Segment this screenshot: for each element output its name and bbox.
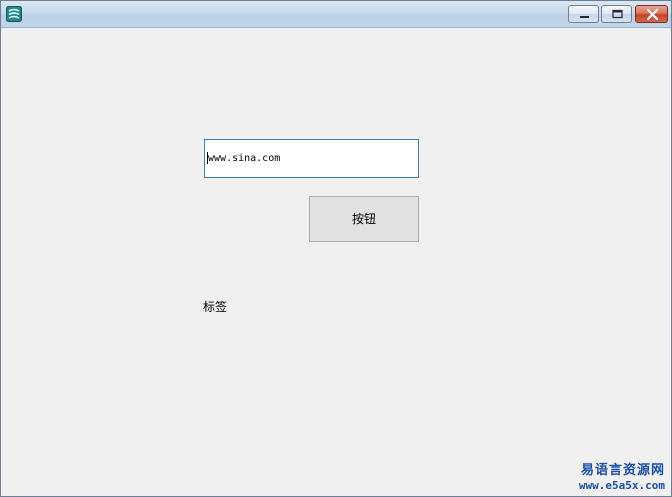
url-input[interactable]: www.sina.com — [204, 139, 419, 178]
close-icon — [646, 8, 659, 21]
app-icon[interactable] — [6, 6, 22, 22]
static-label: 标签 — [203, 300, 228, 314]
maximize-button[interactable] — [601, 5, 632, 23]
push-button[interactable]: 按钮 — [309, 196, 419, 242]
form-client-area: www.sina.com 按钮 标签 易语言资源网 www.e5a5x.com — [1, 28, 671, 496]
watermark-title: 易语言资源网 — [580, 463, 665, 478]
app-window: www.sina.com 按钮 标签 易语言资源网 www.e5a5x.com — [0, 0, 672, 497]
watermark-url: www.e5a5x.com — [578, 479, 665, 492]
watermark: 易语言资源网 www.e5a5x.com — [579, 463, 665, 493]
close-button[interactable] — [635, 5, 668, 23]
minimize-button[interactable] — [568, 5, 599, 23]
title-bar[interactable] — [1, 1, 671, 28]
minimize-icon — [580, 16, 589, 18]
maximize-icon — [612, 9, 623, 19]
url-input-value: www.sina.com — [208, 153, 281, 164]
